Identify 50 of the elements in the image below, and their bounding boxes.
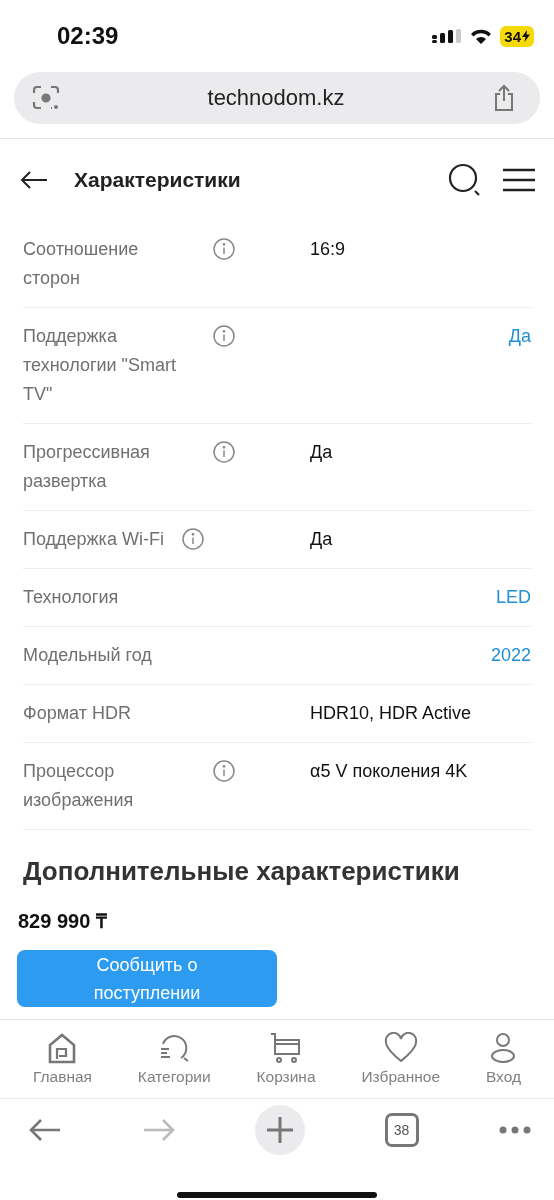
status-time: 02:39	[57, 22, 119, 50]
spec-value: Да	[310, 528, 334, 551]
search-icon[interactable]	[448, 163, 482, 197]
section-title: Дополнительные характеристики	[23, 856, 461, 887]
plus-icon	[266, 1116, 294, 1144]
spec-value-link[interactable]: LED	[310, 583, 531, 612]
nav-tab[interactable]: Вход	[485, 1032, 521, 1086]
charging-bolt-icon	[522, 30, 530, 42]
spec-name: Поддержка Wi-Fi	[23, 528, 164, 551]
nav-tab[interactable]: Главная	[32, 1032, 92, 1086]
nav-tab[interactable]: Избранное	[361, 1032, 440, 1086]
spec-name: Формат HDR	[23, 702, 131, 725]
spec-name: Прогрессивная развертка	[23, 441, 151, 493]
spec-name: Соотношение сторон	[23, 238, 140, 290]
wifi-icon	[470, 28, 493, 44]
spec-name: Технология	[23, 586, 119, 609]
heart-icon	[383, 1032, 418, 1064]
spec-name: Поддержка технологии "Smart TV"	[23, 325, 177, 406]
tabs-button[interactable]: 38	[384, 1113, 419, 1147]
back-arrow-icon[interactable]	[20, 170, 48, 190]
spec-value: Да	[310, 441, 334, 464]
forward-arrow-icon[interactable]	[141, 1117, 176, 1143]
spec-value-link[interactable]: Да	[310, 322, 531, 351]
spec-value: 16:9	[310, 238, 347, 261]
spec-value: α5 V поколения 4K	[310, 760, 469, 783]
nav-tab[interactable]: Корзина	[256, 1032, 316, 1086]
camera-search-icon[interactable]	[32, 85, 60, 111]
url-text: technodom.kz	[207, 85, 345, 111]
user-icon	[490, 1032, 517, 1064]
nav-tab[interactable]: Категории	[137, 1032, 211, 1086]
signal-icon	[432, 29, 463, 43]
spec-name: Процессор изображения	[23, 760, 135, 812]
spec-value: HDR10, HDR Active	[310, 702, 473, 725]
more-icon[interactable]	[498, 1125, 532, 1135]
share-icon[interactable]	[492, 84, 516, 112]
menu-icon[interactable]	[502, 168, 536, 192]
page-title: Характеристики	[74, 168, 242, 192]
price: 829 990 ₸	[18, 909, 108, 934]
spec-name: Модельный год	[23, 644, 152, 667]
spec-value-link[interactable]: 2022	[310, 641, 531, 670]
address-bar[interactable]: technodom.kz	[14, 72, 540, 124]
battery-indicator: 34	[500, 25, 534, 47]
info-icon[interactable]	[213, 325, 235, 347]
new-tab-button[interactable]	[255, 1105, 305, 1155]
info-icon[interactable]	[181, 528, 204, 550]
info-icon[interactable]	[213, 441, 235, 463]
notify-button[interactable]: Сообщить о поступлении	[17, 950, 277, 1007]
cart-icon	[269, 1032, 303, 1064]
info-icon[interactable]	[213, 760, 235, 782]
info-icon[interactable]	[213, 238, 235, 260]
